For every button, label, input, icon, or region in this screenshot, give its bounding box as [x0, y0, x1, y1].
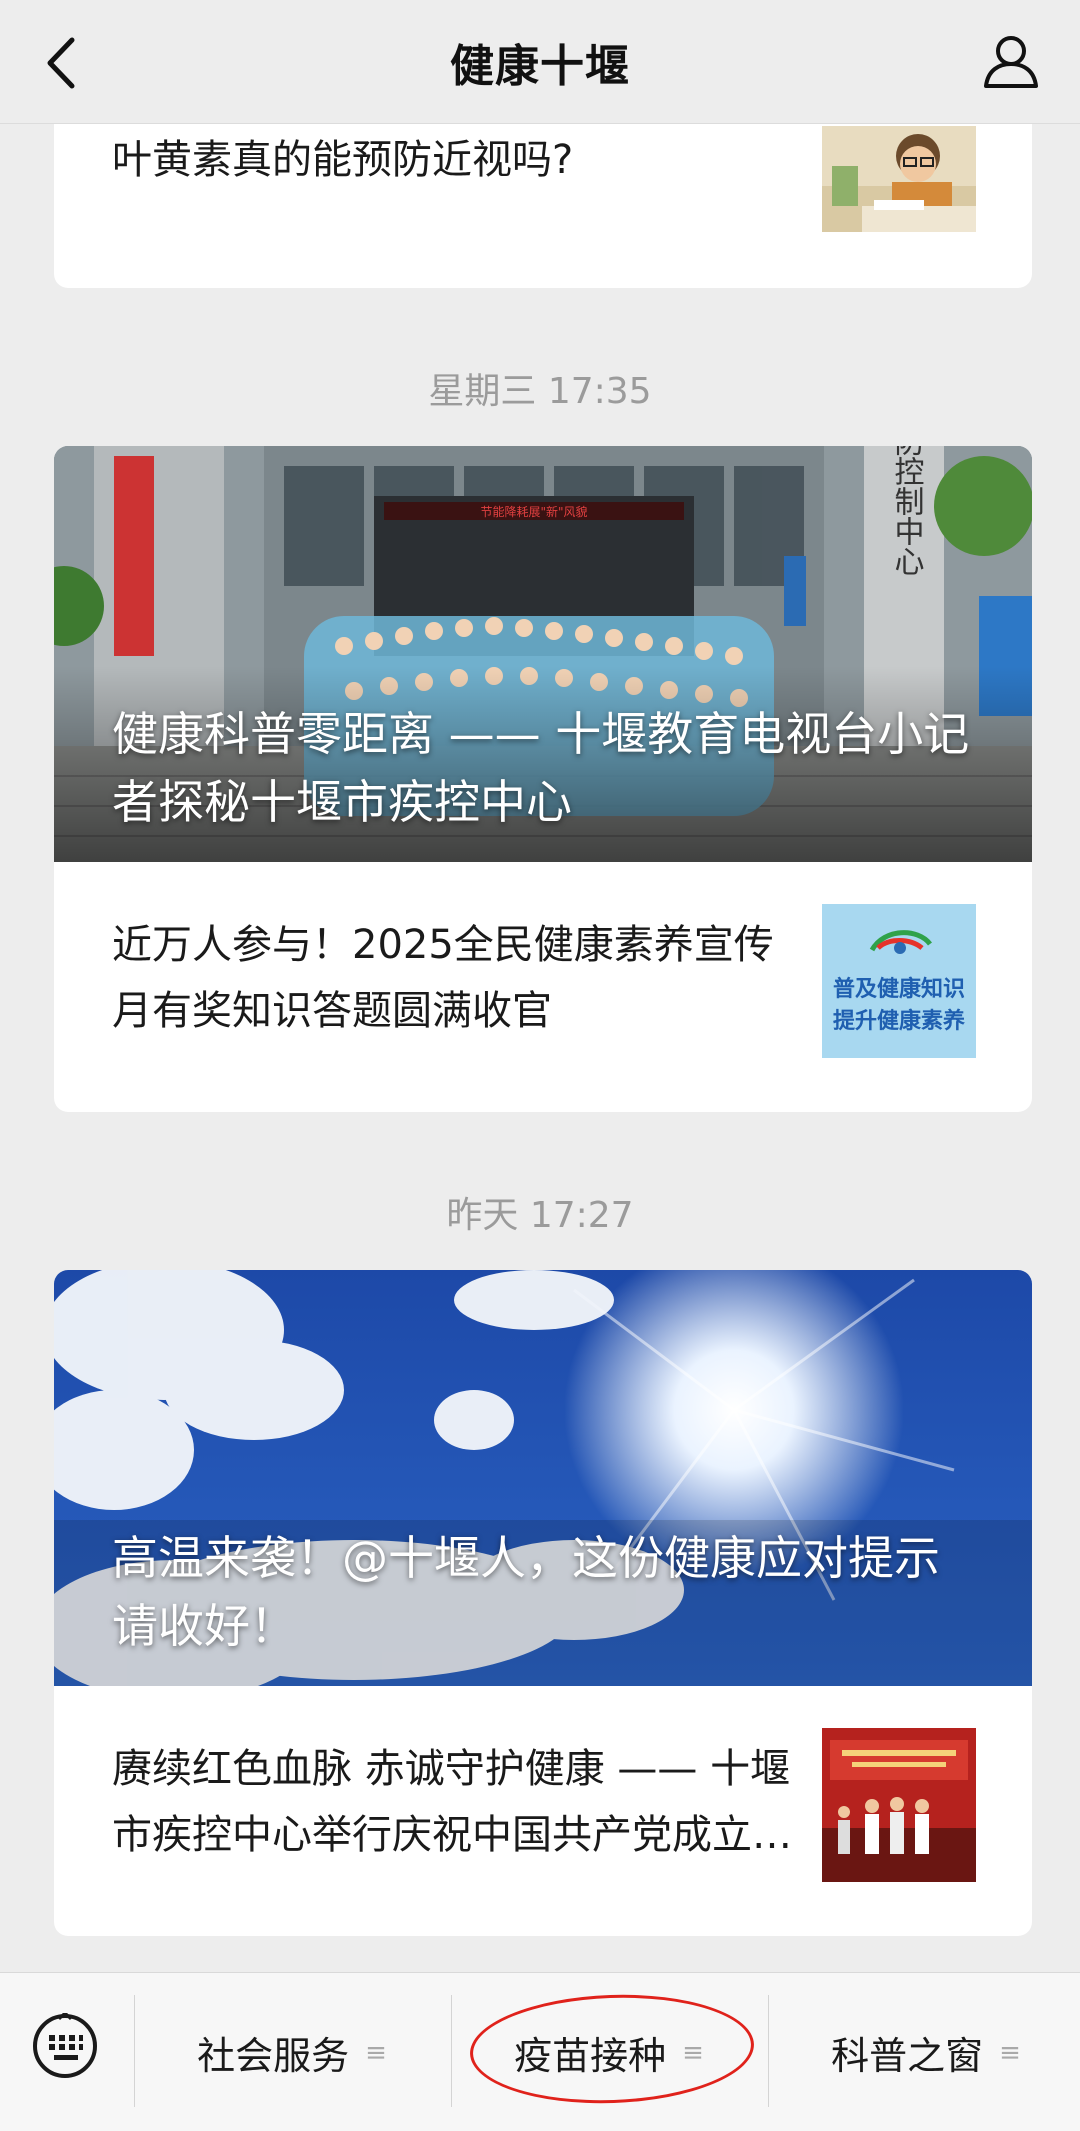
timestamp: 昨天 17:27 — [446, 1195, 634, 1236]
menu-lines-icon: ≡ — [365, 2037, 387, 2068]
person-icon[interactable] — [982, 32, 1040, 90]
article-title[interactable]: 近万人参与！2025全民健康素养宣传月有奖知识答题圆满收官 — [112, 912, 792, 1044]
thumbnail-text-line2: 提升健康素养 — [833, 1008, 965, 1034]
article-thumbnail — [822, 126, 976, 232]
article-row[interactable]: 赓续红色血脉 赤诚守护健康 —— 十堰市疾控中心举行庆祝中国共产党成立104周年… — [54, 1686, 1032, 1936]
article-title[interactable]: 叶黄素真的能预防近视吗? — [112, 128, 812, 192]
hero-article[interactable]: 节能降耗展"新"风貌 预防控制中心 健康科普零距离 —— 十堰教育电视台小记者探… — [54, 446, 1032, 862]
hero-article-title[interactable]: 健康科普零距离 —— 十堰教育电视台小记者探秘十堰市疾控中心 — [112, 700, 976, 836]
timestamp: 星期三 17:35 — [428, 371, 652, 412]
menu-item-label: 科普之窗 — [831, 2034, 984, 2078]
menu-item-social-services[interactable]: 社会服务 ≡ — [134, 1973, 450, 2131]
article-row[interactable]: 近万人参与！2025全民健康素养宣传月有奖知识答题圆满收官 普及健康知识 提升健… — [54, 862, 1032, 1112]
article-title[interactable]: 赓续红色血脉 赤诚守护健康 —— 十堰市疾控中心举行庆祝中国共产党成立104周年… — [112, 1736, 792, 1868]
bottom-menu-bar: 社会服务 ≡ 疫苗接种 ≡ 科普之窗 ≡ — [0, 1972, 1080, 2131]
entrance-banner-text: 节能降耗展"新"风貌 — [480, 504, 587, 519]
menu-item-label: 社会服务 — [197, 2034, 350, 2078]
keyboard-icon[interactable] — [32, 2013, 98, 2079]
menu-lines-icon: ≡ — [999, 2037, 1021, 2068]
top-nav-bar: 健康十堰 — [0, 0, 1080, 124]
article-thumbnail — [822, 1728, 976, 1882]
menu-item-science-window[interactable]: 科普之窗 ≡ — [768, 1973, 1080, 2131]
building-sign-vertical: 预防控制中心 — [889, 446, 925, 576]
article-group-card: 节能降耗展"新"风貌 预防控制中心 健康科普零距离 —— 十堰教育电视台小记者探… — [54, 446, 1032, 1112]
hero-article[interactable]: 高温来袭！@十堰人，这份健康应对提示请收好！ — [54, 1270, 1032, 1686]
article-thumbnail: 普及健康知识 提升健康素养 — [822, 904, 976, 1058]
hero-article-title[interactable]: 高温来袭！@十堰人，这份健康应对提示请收好！ — [112, 1524, 976, 1660]
article-group-card: 高温来袭！@十堰人，这份健康应对提示请收好！ 赓续红色血脉 赤诚守护健康 —— … — [54, 1270, 1032, 1936]
thumbnail-text-line1: 普及健康知识 — [833, 976, 965, 1002]
page-title: 健康十堰 — [450, 41, 630, 92]
